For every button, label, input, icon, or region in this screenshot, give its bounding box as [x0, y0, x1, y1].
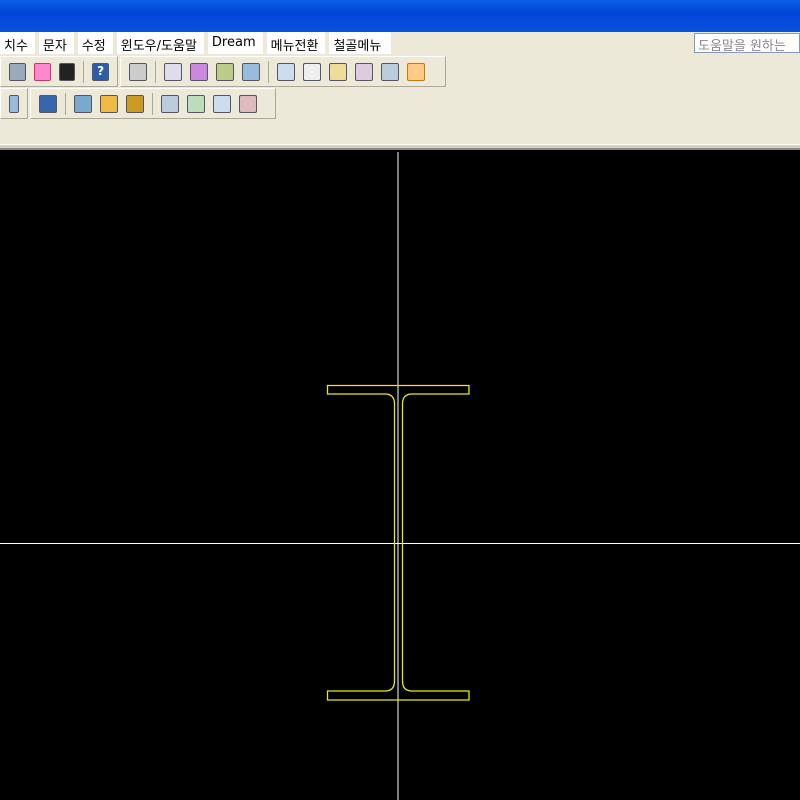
- menu-switch[interactable]: 메뉴전환: [266, 32, 326, 54]
- overlap-icon[interactable]: [39, 94, 57, 113]
- pencil-curve-icon[interactable]: [126, 94, 144, 113]
- menu-steel[interactable]: 철골메뉴: [329, 32, 392, 54]
- calculator-icon[interactable]: [58, 62, 76, 81]
- help-search-input[interactable]: 도움말을 원하는: [694, 33, 800, 53]
- toolbar-2b: [30, 88, 276, 119]
- grid-2-icon[interactable]: [303, 62, 321, 81]
- clipboard-icon[interactable]: [129, 62, 147, 81]
- separator: [268, 60, 269, 83]
- tag-green-icon[interactable]: [216, 62, 234, 81]
- grid-edit-icon[interactable]: [329, 62, 347, 81]
- grid-1-icon[interactable]: [277, 62, 295, 81]
- toolbar-1a: ?: [0, 56, 118, 87]
- separator: [83, 60, 85, 83]
- toolbar-2a: [0, 88, 28, 119]
- grid-5-icon[interactable]: [407, 62, 425, 81]
- menu-dream[interactable]: Dream: [207, 32, 263, 54]
- tag-edit-icon[interactable]: [161, 94, 179, 113]
- menu-bar: 치수 문자 수정 윈도우/도움말 Dream 메뉴전환 철골메뉴: [0, 32, 395, 54]
- menu-text[interactable]: 문자: [38, 32, 74, 54]
- window-stack-icon[interactable]: [9, 94, 19, 113]
- toolbar-area: 치수 문자 수정 윈도우/도움말 Dream 메뉴전환 철골메뉴 도움말을 원하…: [0, 32, 800, 150]
- help-icon[interactable]: ?: [92, 62, 109, 81]
- pencil-icon[interactable]: [100, 94, 118, 113]
- toolbar-1b: [120, 56, 446, 87]
- layer-tool-icon[interactable]: [9, 62, 26, 81]
- menu-dimension[interactable]: 치수: [0, 32, 35, 54]
- grid-4-icon[interactable]: [381, 62, 399, 81]
- grid-3-icon[interactable]: [355, 62, 373, 81]
- separator: [152, 92, 153, 115]
- tag-circle-icon[interactable]: [187, 94, 205, 113]
- separator: [65, 92, 66, 115]
- tag-arrow-icon[interactable]: [213, 94, 231, 113]
- drawing-canvas[interactable]: [0, 150, 800, 800]
- tag-blue-icon[interactable]: [242, 62, 260, 81]
- menu-window-help[interactable]: 윈도우/도움말: [116, 32, 204, 54]
- cloud-markup-icon[interactable]: [33, 62, 51, 81]
- paste-icon[interactable]: [164, 62, 182, 81]
- edit-grid-icon[interactable]: [74, 94, 92, 113]
- menu-modify[interactable]: 수정: [77, 32, 113, 54]
- tag-pointer-icon[interactable]: [239, 94, 257, 113]
- title-bar: [0, 0, 800, 32]
- tag-red-icon[interactable]: [190, 62, 208, 81]
- separator: [155, 60, 156, 83]
